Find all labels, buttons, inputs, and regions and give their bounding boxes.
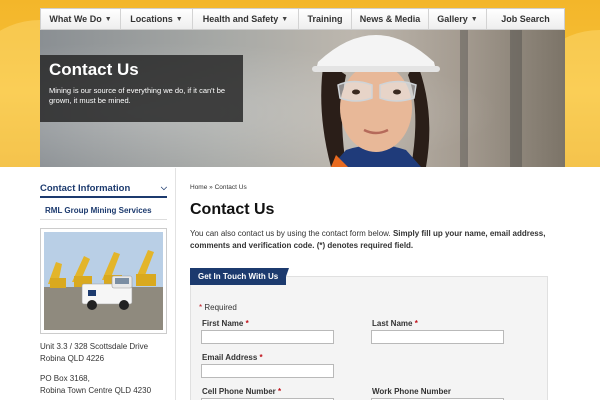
nav-item-gallery[interactable]: Gallery ▼: [429, 9, 487, 29]
breadcrumb: Home » Contact Us: [190, 184, 247, 191]
sidebar-heading-label: Contact Information: [40, 182, 131, 194]
address-street: Unit 3.3 / 328 Scottsdale Drive Robina Q…: [40, 341, 170, 365]
chevron-down-icon: ⌵: [160, 183, 167, 192]
intro-text-plain: You can also contact us by using the con…: [190, 229, 393, 238]
field-label: Cell Phone Number: [202, 387, 276, 396]
nav-item-health-safety[interactable]: Health and Safety ▼: [193, 9, 299, 29]
last-name-input[interactable]: [371, 330, 504, 344]
required-note: * Required: [199, 303, 237, 312]
email-input[interactable]: [201, 364, 334, 378]
hero-pillar: [510, 30, 522, 167]
nav-item-label: Health and Safety: [202, 14, 279, 24]
nav-item-label: Job Search: [501, 14, 550, 24]
field-label: First Name: [202, 319, 244, 328]
address-line: PO Box 3168,: [40, 374, 90, 383]
form-tab-notch: [283, 268, 289, 285]
chevron-down-icon: ▼: [281, 15, 289, 23]
sidebar-item-rml-group[interactable]: RML Group Mining Services: [40, 202, 167, 220]
sidebar-heading-contact-information[interactable]: Contact Information ⌵: [40, 180, 167, 198]
cell-phone-label: Cell Phone Number *: [202, 387, 281, 396]
chevron-down-icon: ▼: [175, 15, 183, 23]
first-name-label: First Name *: [202, 319, 249, 328]
chevron-down-icon: ▼: [104, 15, 112, 23]
nav-item-label: Gallery: [437, 14, 468, 24]
address-line: Robina QLD 4226: [40, 354, 105, 363]
last-name-label: Last Name *: [372, 319, 418, 328]
nav-item-job-search[interactable]: Job Search: [487, 9, 564, 29]
field-label: Work Phone Number: [372, 387, 451, 396]
hero-photo-worker: [312, 35, 440, 167]
main-nav: What We Do ▼ Locations ▼ Health and Safety…: [40, 8, 565, 30]
breadcrumb-separator: »: [207, 184, 215, 191]
form-tab-label: Get In Touch With Us: [198, 272, 279, 281]
address-line: Robina Town Centre QLD 4230: [40, 386, 152, 395]
breadcrumb-current: Contact Us: [214, 184, 247, 191]
hero-caption-box: Contact Us Mining is our source of every…: [40, 55, 243, 122]
mining-trucks-image: [44, 232, 163, 330]
hero-title: Contact Us: [49, 60, 139, 79]
hero-banner: Contact Us Mining is our source of every…: [40, 30, 565, 167]
required-star: *: [278, 387, 282, 396]
work-phone-label: Work Phone Number: [372, 387, 451, 396]
nav-item-news-media[interactable]: News & Media: [352, 9, 429, 29]
chevron-down-icon: ▼: [470, 15, 478, 23]
nav-item-training[interactable]: Training: [299, 9, 352, 29]
required-star: *: [414, 319, 418, 328]
required-star: *: [259, 353, 263, 362]
address-line: Unit 3.3 / 328 Scottsdale Drive: [40, 342, 149, 351]
nav-item-label: Training: [307, 14, 343, 24]
first-name-input[interactable]: [201, 330, 334, 344]
nav-item-label: News & Media: [359, 14, 421, 24]
intro-text: You can also contact us by using the con…: [190, 228, 550, 252]
email-label: Email Address *: [202, 353, 263, 362]
field-label: Email Address: [202, 353, 258, 362]
address-postal: PO Box 3168, Robina Town Centre QLD 4230: [40, 373, 170, 397]
sidebar-photo-trucks: [40, 228, 167, 334]
field-label: Last Name: [372, 319, 413, 328]
hero-subtitle: Mining is our source of everything we do…: [49, 86, 226, 105]
sidebar-item-label: RML Group Mining Services: [45, 206, 152, 215]
nav-item-locations[interactable]: Locations ▼: [121, 9, 193, 29]
nav-item-label: What We Do: [49, 14, 102, 24]
nav-item-label: Locations: [130, 14, 173, 24]
page-title: Contact Us: [190, 201, 275, 218]
breadcrumb-home-link[interactable]: Home: [190, 184, 207, 191]
nav-item-what-we-do[interactable]: What We Do ▼: [41, 9, 121, 29]
column-divider: [175, 168, 176, 400]
required-star: *: [245, 319, 249, 328]
form-tab-get-in-touch: Get In Touch With Us: [190, 268, 287, 285]
required-label: Required: [202, 303, 237, 312]
